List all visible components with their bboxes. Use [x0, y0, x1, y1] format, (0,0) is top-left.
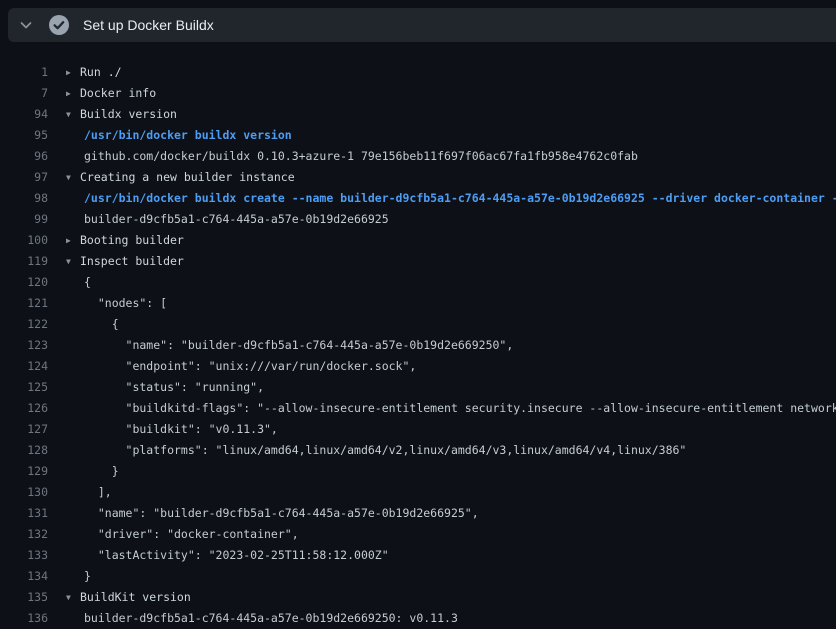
chevron-down-icon[interactable]: [18, 17, 34, 33]
log-text: ▼BuildKit version: [48, 587, 191, 608]
group-toggle-icon[interactable]: ▼: [66, 587, 80, 608]
line-number[interactable]: 96: [0, 146, 48, 167]
log-text: ▼Creating a new builder instance: [48, 167, 295, 188]
log-group-line[interactable]: 1 ▶Run ./: [0, 62, 836, 83]
line-number[interactable]: 133: [0, 545, 48, 566]
group-toggle-icon[interactable]: ▶: [66, 230, 80, 251]
line-number[interactable]: 130: [0, 482, 48, 503]
line-number[interactable]: 132: [0, 524, 48, 545]
log-text: {: [48, 314, 119, 335]
line-number[interactable]: 119: [0, 251, 48, 272]
line-number[interactable]: 135: [0, 587, 48, 608]
line-number[interactable]: 134: [0, 566, 48, 587]
log-text: {: [48, 272, 91, 293]
log-text: "buildkitd-flags": "--allow-insecure-ent…: [48, 398, 836, 419]
log-text: "name": "builder-d9cfb5a1-c764-445a-a57e…: [48, 335, 513, 356]
log-line: 130 ],: [0, 482, 836, 503]
log-text: "buildkit": "v0.11.3",: [48, 419, 278, 440]
line-number[interactable]: 94: [0, 104, 48, 125]
group-toggle-icon[interactable]: ▼: [66, 104, 80, 125]
line-number[interactable]: 131: [0, 503, 48, 524]
line-number[interactable]: 97: [0, 167, 48, 188]
log-text: }: [48, 461, 119, 482]
group-toggle-icon[interactable]: ▶: [66, 83, 80, 104]
log-area: 1 ▶Run ./ 7 ▶Docker info 94 ▼Buildx vers…: [0, 62, 836, 629]
line-number[interactable]: 95: [0, 125, 48, 146]
log-line: 133 "lastActivity": "2023-02-25T11:58:12…: [0, 545, 836, 566]
log-text: ],: [48, 482, 112, 503]
log-line: 126 "buildkitd-flags": "--allow-insecure…: [0, 398, 836, 419]
line-number[interactable]: 7: [0, 83, 48, 104]
log-line: 98 /usr/bin/docker buildx create --name …: [0, 188, 836, 209]
line-number[interactable]: 99: [0, 209, 48, 230]
log-line: 134 }: [0, 566, 836, 587]
log-group-line[interactable]: 135 ▼BuildKit version: [0, 587, 836, 608]
log-line: 121 "nodes": [: [0, 293, 836, 314]
log-text: "platforms": "linux/amd64,linux/amd64/v2…: [48, 440, 686, 461]
log-text: builder-d9cfb5a1-c764-445a-a57e-0b19d2e6…: [48, 608, 458, 629]
line-number[interactable]: 129: [0, 461, 48, 482]
line-number[interactable]: 127: [0, 419, 48, 440]
log-group-line[interactable]: 7 ▶Docker info: [0, 83, 836, 104]
line-number[interactable]: 1: [0, 62, 48, 83]
log-line: 99 builder-d9cfb5a1-c764-445a-a57e-0b19d…: [0, 209, 836, 230]
log-text: ▶Run ./: [48, 62, 122, 83]
line-number[interactable]: 120: [0, 272, 48, 293]
log-line: 95 /usr/bin/docker buildx version: [0, 125, 836, 146]
line-number[interactable]: 125: [0, 377, 48, 398]
log-group-line[interactable]: 119 ▼Inspect builder: [0, 251, 836, 272]
log-text: ▶Docker info: [48, 83, 156, 104]
log-line: 128 "platforms": "linux/amd64,linux/amd6…: [0, 440, 836, 461]
log-line: 123 "name": "builder-d9cfb5a1-c764-445a-…: [0, 335, 836, 356]
group-toggle-icon[interactable]: ▼: [66, 167, 80, 188]
log-line: 124 "endpoint": "unix:///var/run/docker.…: [0, 356, 836, 377]
log-text: "nodes": [: [48, 293, 167, 314]
log-text: "endpoint": "unix:///var/run/docker.sock…: [48, 356, 416, 377]
log-text: }: [48, 566, 91, 587]
log-text: ▶Booting builder: [48, 230, 184, 251]
log-line: 125 "status": "running",: [0, 377, 836, 398]
log-text: github.com/docker/buildx 0.10.3+azure-1 …: [48, 146, 638, 167]
log-text: "status": "running",: [48, 377, 264, 398]
line-number[interactable]: 121: [0, 293, 48, 314]
log-line: 120 {: [0, 272, 836, 293]
log-line: 131 "name": "builder-d9cfb5a1-c764-445a-…: [0, 503, 836, 524]
check-circle-icon: [47, 13, 71, 37]
line-number[interactable]: 100: [0, 230, 48, 251]
log-group-line[interactable]: 97 ▼Creating a new builder instance: [0, 167, 836, 188]
line-number[interactable]: 136: [0, 608, 48, 629]
log-text: /usr/bin/docker buildx create --name bui…: [48, 188, 836, 209]
line-number[interactable]: 123: [0, 335, 48, 356]
log-line: 136 builder-d9cfb5a1-c764-445a-a57e-0b19…: [0, 608, 836, 629]
line-number[interactable]: 126: [0, 398, 48, 419]
log-text: /usr/bin/docker buildx version: [48, 125, 292, 146]
step-title: Set up Docker Buildx: [83, 17, 214, 33]
group-toggle-icon[interactable]: ▼: [66, 251, 80, 272]
log-line: 96 github.com/docker/buildx 0.10.3+azure…: [0, 146, 836, 167]
step-header[interactable]: Set up Docker Buildx: [8, 8, 836, 42]
log-line: 132 "driver": "docker-container",: [0, 524, 836, 545]
log-line: 127 "buildkit": "v0.11.3",: [0, 419, 836, 440]
log-text: ▼Buildx version: [48, 104, 177, 125]
line-number[interactable]: 128: [0, 440, 48, 461]
line-number[interactable]: 124: [0, 356, 48, 377]
line-number[interactable]: 98: [0, 188, 48, 209]
log-text: builder-d9cfb5a1-c764-445a-a57e-0b19d2e6…: [48, 209, 389, 230]
line-number[interactable]: 122: [0, 314, 48, 335]
log-text: "driver": "docker-container",: [48, 524, 299, 545]
log-group-line[interactable]: 94 ▼Buildx version: [0, 104, 836, 125]
log-line: 122 {: [0, 314, 836, 335]
log-line: 129 }: [0, 461, 836, 482]
log-text: "name": "builder-d9cfb5a1-c764-445a-a57e…: [48, 503, 479, 524]
group-toggle-icon[interactable]: ▶: [66, 62, 80, 83]
log-group-line[interactable]: 100 ▶Booting builder: [0, 230, 836, 251]
log-text: ▼Inspect builder: [48, 251, 184, 272]
log-text: "lastActivity": "2023-02-25T11:58:12.000…: [48, 545, 389, 566]
